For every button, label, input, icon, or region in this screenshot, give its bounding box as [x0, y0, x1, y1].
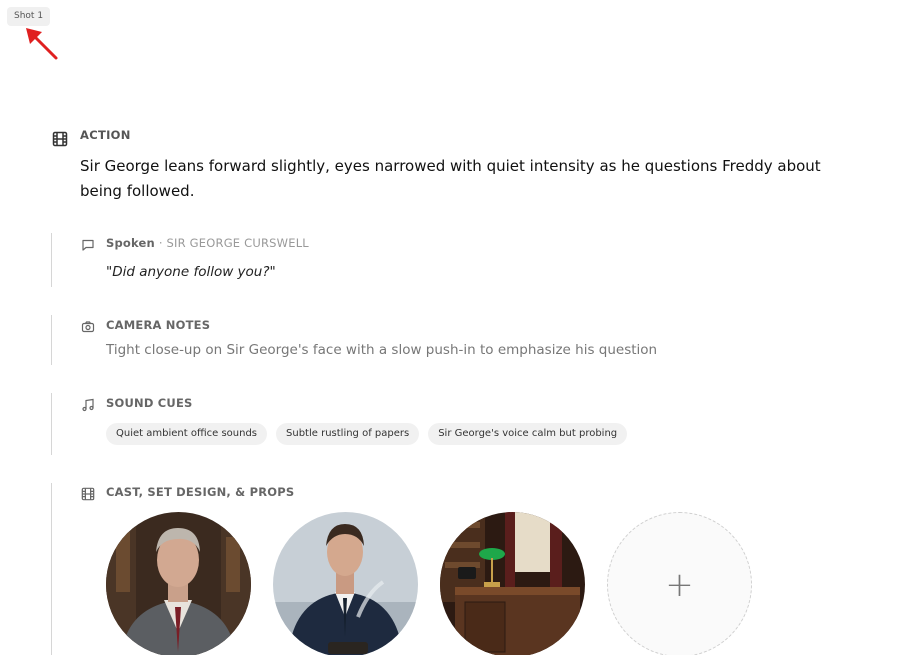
section-divider — [51, 233, 52, 287]
cast-avatar-freddy[interactable] — [273, 512, 418, 655]
cast-avatar-sir-george[interactable] — [106, 512, 251, 655]
cast-avatar-list: + — [106, 512, 752, 655]
set-office-desk[interactable] — [440, 512, 585, 655]
spoken-label: Spoken — [106, 236, 155, 250]
camera-notes-label: CAMERA NOTES — [106, 318, 211, 332]
film-icon — [81, 486, 95, 505]
action-text[interactable]: Sir George leans forward slightly, eyes … — [80, 154, 840, 204]
dialogue-line[interactable]: "Did anyone follow you?" — [106, 264, 276, 280]
section-divider — [51, 393, 52, 455]
speech-bubble-icon — [81, 237, 95, 256]
sound-cue-chip[interactable]: Sir George's voice calm but probing — [428, 423, 628, 445]
sound-cue-chip[interactable]: Subtle rustling of papers — [276, 423, 420, 445]
separator: · — [158, 236, 163, 250]
camera-icon — [81, 319, 95, 338]
cast-label: CAST, SET DESIGN, & PROPS — [106, 485, 295, 499]
sound-cue-list: Quiet ambient office sounds Subtle rustl… — [106, 423, 628, 445]
plus-icon: + — [665, 564, 694, 605]
sound-cue-chip[interactable]: Quiet ambient office sounds — [106, 423, 268, 445]
spoken-header: Spoken · SIR GEORGE CURSWELL — [106, 236, 309, 250]
section-divider — [51, 315, 52, 365]
add-cast-button[interactable]: + — [607, 512, 752, 655]
section-divider — [51, 483, 52, 655]
speaker-name: SIR GEORGE CURSWELL — [166, 236, 309, 250]
annotation-arrow — [26, 28, 58, 60]
sound-cues-label: SOUND CUES — [106, 396, 193, 410]
music-note-icon — [81, 397, 95, 416]
film-icon — [52, 131, 68, 147]
action-label: ACTION — [80, 128, 131, 142]
camera-notes-text[interactable]: Tight close-up on Sir George's face with… — [106, 342, 657, 358]
